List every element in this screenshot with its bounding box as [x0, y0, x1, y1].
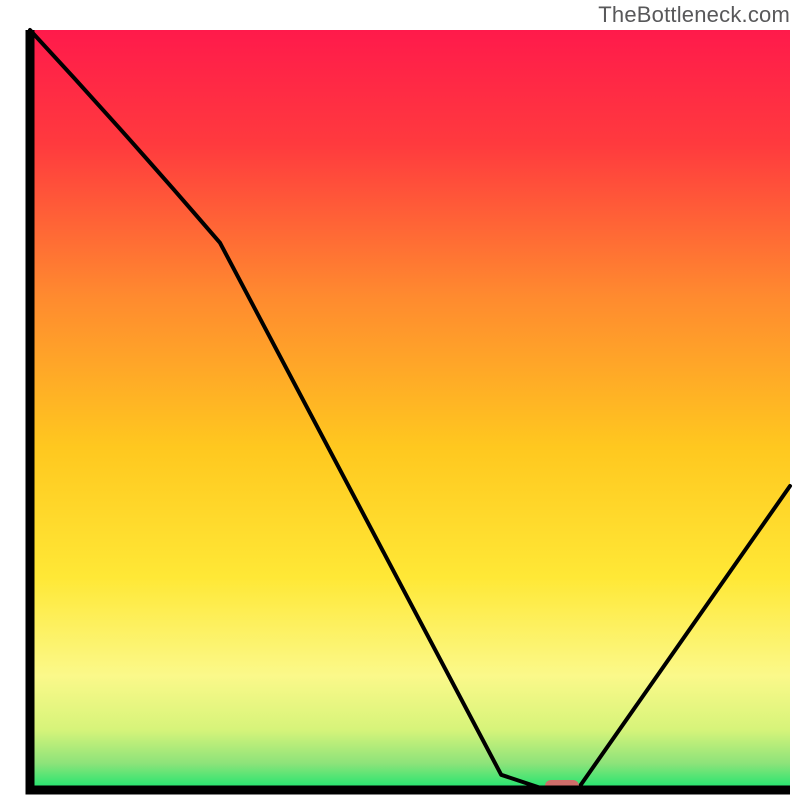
chart-svg — [0, 0, 800, 800]
chart-container: { "watermark": "TheBottleneck.com", "cha… — [0, 0, 800, 800]
plot-background — [30, 30, 790, 790]
watermark-text: TheBottleneck.com — [598, 2, 790, 28]
